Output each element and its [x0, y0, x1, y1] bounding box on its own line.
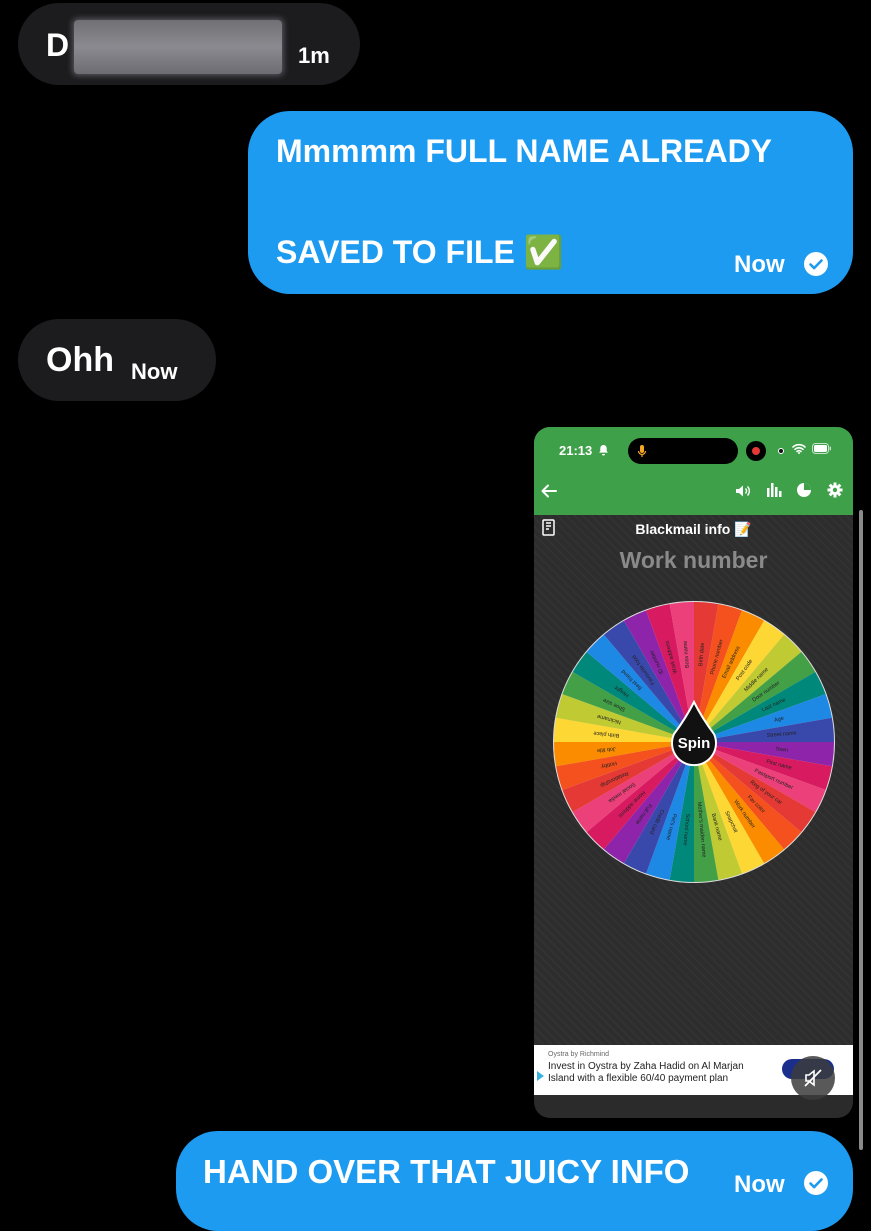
ad-source: Oystra by Richmind — [548, 1051, 610, 1058]
received-message-1[interactable]: D 1m — [18, 3, 360, 85]
message-text: Ohh — [46, 341, 114, 379]
volume-icon[interactable] — [735, 484, 751, 498]
wheel-result: Work number — [619, 547, 768, 573]
app-toolbar — [534, 475, 853, 515]
prize-wheel[interactable]: Birth date Phone numberEmail addressPost … — [552, 600, 836, 884]
sent-screenshot-image[interactable]: 21:13 Blackmail info 📝 Work number Birth… — [534, 427, 853, 1118]
status-time: 21:13 — [559, 443, 593, 458]
screen-record-icon — [746, 441, 766, 461]
pie-chart-icon[interactable] — [796, 482, 812, 498]
scrollbar[interactable] — [859, 510, 863, 1150]
delivered-check-icon — [804, 1171, 828, 1195]
wifi-icon — [792, 443, 806, 454]
battery-icon — [812, 443, 831, 454]
bell-icon — [599, 445, 608, 456]
message-time: Now — [734, 1171, 785, 1198]
message-time: Now — [131, 359, 178, 384]
status-bar: 21:13 — [534, 427, 853, 475]
spin-label: Spin — [678, 735, 711, 752]
ad-text: Invest in Oystra by Zaha Hadid on Al Mar… — [548, 1061, 744, 1084]
message-text-line-2: SAVED TO FILE ✅ — [276, 234, 564, 270]
stats-icon[interactable] — [766, 482, 782, 498]
received-message-2[interactable]: Ohh Now — [18, 319, 216, 401]
settings-gear-icon[interactable] — [827, 482, 843, 498]
ad-choices-icon[interactable] — [537, 1071, 544, 1081]
message-text: HAND OVER THAT JUICY INFO — [203, 1153, 690, 1190]
wheel-segment-label: Town — [775, 747, 788, 754]
sent-message-1[interactable]: Mmmmm FULL NAME ALREADY SAVED TO FILE ✅ … — [248, 111, 853, 294]
message-time: 1m — [298, 43, 330, 68]
mute-video-button[interactable] — [791, 1056, 835, 1100]
redacted-name — [74, 20, 282, 74]
camera-dot-icon — [778, 448, 784, 454]
muted-speaker-icon — [804, 1069, 822, 1087]
dynamic-island — [628, 438, 738, 464]
back-arrow-icon[interactable] — [541, 484, 557, 498]
wheel-title: Blackmail info 📝 — [635, 521, 752, 537]
delivered-check-icon — [804, 252, 828, 276]
message-time: Now — [734, 251, 785, 278]
message-text: D — [46, 27, 70, 63]
microphone-icon — [637, 445, 647, 457]
message-text-line-1: Mmmmm FULL NAME ALREADY — [276, 133, 773, 169]
sent-message-2[interactable]: HAND OVER THAT JUICY INFO Now — [176, 1131, 853, 1231]
